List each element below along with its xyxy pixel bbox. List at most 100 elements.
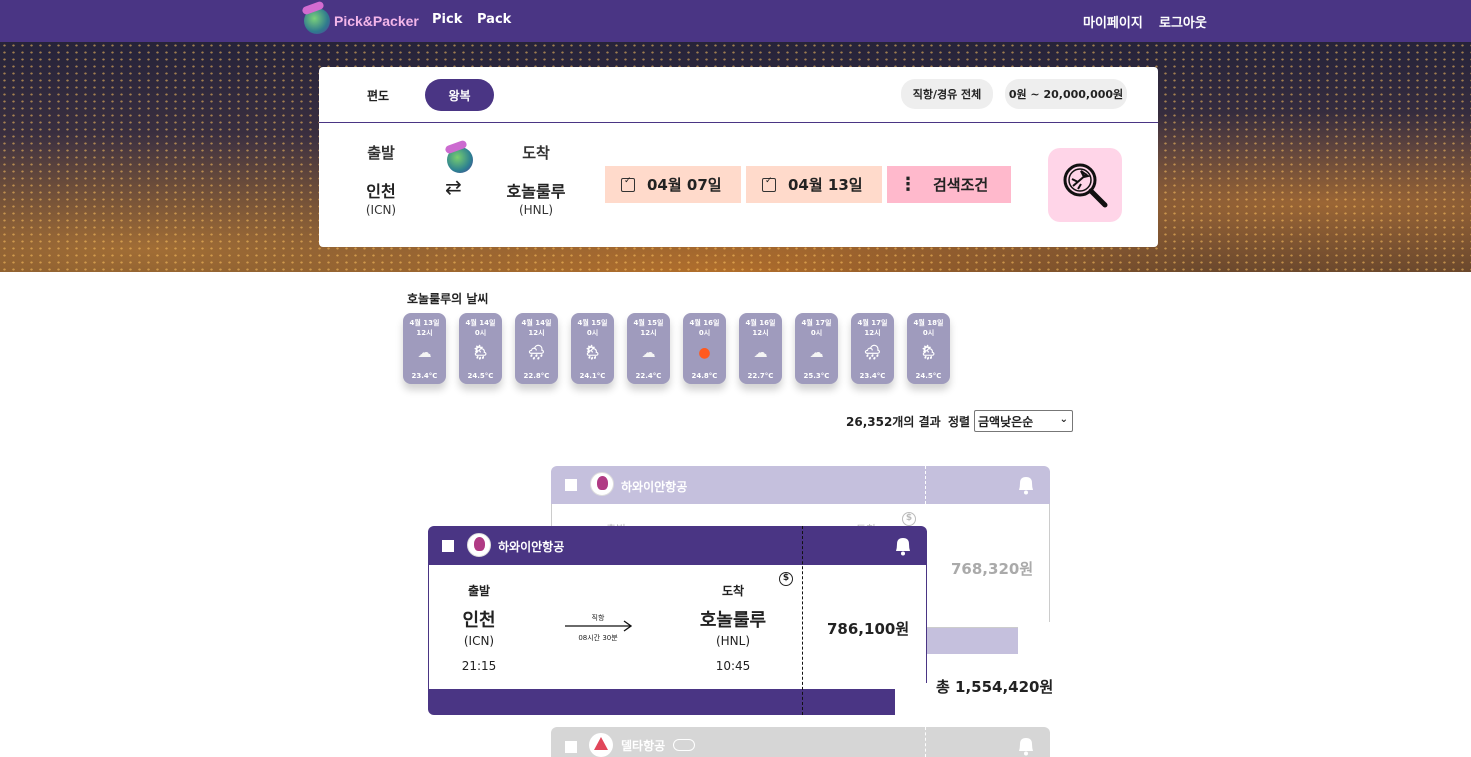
weather-time: 0시 — [922, 329, 935, 337]
hawaiian-airlines-logo-icon — [590, 472, 614, 496]
return-price: 768,320원 — [951, 560, 1034, 578]
flight-duration: 08시간 30분 — [578, 634, 618, 642]
rain-cloud-icon: 🌧 — [863, 345, 882, 361]
hawaiian-airlines-logo-icon — [467, 533, 491, 557]
sort-label: 정렬 — [948, 415, 971, 429]
weather-temp: 22.8°C — [523, 372, 550, 380]
results-count: 26,352개의 결과 — [846, 415, 941, 429]
weather-card: 4월 16일 12시 ☁ 22.7°C — [739, 313, 782, 384]
globe-plane-icon — [447, 147, 473, 173]
swap-arrows-icon[interactable]: ⇄ — [445, 175, 462, 199]
logo[interactable]: Pick&Packer — [304, 6, 419, 36]
next-flight-ticket[interactable]: 델타항공 — [551, 727, 1050, 757]
ticket-checkbox[interactable] — [565, 479, 577, 491]
departure-city: 인천 — [462, 610, 496, 631]
weather-card: 4월 15일 12시 ☁ 22.4°C — [627, 313, 670, 384]
weather-time: 0시 — [698, 329, 711, 337]
weather-temp: 23.4°C — [411, 372, 438, 380]
airline-name: 하와이안항공 — [498, 540, 565, 554]
weather-time: 0시 — [474, 329, 487, 337]
departure-date-button[interactable]: 04월 07일 — [605, 166, 741, 203]
weather-datetime: 4월 17일 12시 — [851, 318, 894, 338]
weather-date: 4월 18일 — [913, 319, 944, 327]
weather-date: 4월 15일 — [633, 319, 664, 327]
weather-temp: 25.3°C — [803, 372, 830, 380]
weather-date: 4월 13일 — [409, 319, 440, 327]
price-coin-icon: $ — [902, 512, 916, 526]
plane-magnifier-icon — [1063, 163, 1108, 208]
arrival-label: 도착 — [522, 144, 550, 162]
chevron-down-icon: ⌄ — [1059, 414, 1068, 425]
price-filter-chip[interactable]: 0원 ~ 20,000,000원 — [1005, 79, 1127, 109]
rain-sun-icon: 🌦 — [471, 345, 490, 361]
weather-datetime: 4월 18일 0시 — [907, 318, 950, 338]
delta-airlines-logo-icon — [589, 733, 613, 757]
bell-icon[interactable] — [1016, 735, 1036, 757]
panel-divider — [319, 122, 1158, 123]
departure-label: 출발 — [367, 144, 395, 162]
arrival-city[interactable]: 호놀룰루 — [499, 178, 573, 202]
weather-card: 4월 13일 12시 ☁ 23.4°C — [403, 313, 446, 384]
departure-city[interactable]: 인천 — [351, 178, 411, 202]
ticket-checkbox[interactable] — [565, 741, 577, 753]
weather-time: 0시 — [586, 329, 599, 337]
logo-text: Pick&Packer — [334, 13, 419, 29]
cloud-icon: ☁ — [641, 345, 656, 361]
price-coin-icon: $ — [779, 572, 793, 586]
departure-time: 21:15 — [461, 659, 497, 673]
outbound-flight-ticket[interactable]: 하와이안항공 출발 인천 (ICN) 21:15 직항 08시간 30분 도착 … — [428, 526, 927, 715]
weather-time: 12시 — [864, 329, 881, 337]
weather-time: 12시 — [752, 329, 769, 337]
weather-card: 4월 15일 0시 🌦 24.1°C — [571, 313, 614, 384]
weather-datetime: 4월 14일 0시 — [459, 318, 502, 338]
ticket-checkbox[interactable] — [442, 540, 454, 552]
weather-date: 4월 17일 — [801, 319, 832, 327]
bell-icon[interactable] — [893, 535, 913, 557]
trip-type-roundtrip[interactable]: 왕복 — [425, 79, 494, 111]
arrival-code: (HNL) — [715, 634, 751, 648]
search-conditions-button[interactable]: ⋮ 검색조건 — [887, 166, 1011, 203]
arrival-code: (HNL) — [518, 203, 554, 217]
nav-link-logout[interactable]: 로그아웃 — [1159, 12, 1207, 31]
ticket-footer — [428, 689, 895, 715]
rain-cloud-icon: 🌧 — [527, 345, 546, 361]
weather-date: 4월 16일 — [745, 319, 776, 327]
rain-sun-icon: 🌦 — [919, 345, 938, 361]
weather-datetime: 4월 15일 0시 — [571, 318, 614, 338]
calendar-icon — [762, 176, 776, 192]
search-panel: 편도 왕복 직항/경유 전체 0원 ~ 20,000,000원 출발 인천 (I… — [319, 67, 1158, 247]
weather-date: 4월 16일 — [689, 319, 720, 327]
search-conditions-label: 검색조건 — [933, 176, 989, 194]
weather-date: 4월 15일 — [577, 319, 608, 327]
sun-icon: ● — [698, 345, 711, 361]
total-price: 총 1,554,420원 — [936, 678, 1054, 696]
weather-card: 4월 16일 0시 ● 24.8°C — [683, 313, 726, 384]
search-button[interactable] — [1048, 148, 1122, 222]
route-arrow-icon — [565, 620, 632, 632]
cloud-icon: ☁ — [753, 345, 768, 361]
stops-filter-chip[interactable]: 직항/경유 전체 — [901, 79, 993, 109]
airline-name: 델타항공 — [621, 739, 666, 753]
nav-link-mypage[interactable]: 마이페이지 — [1083, 12, 1143, 31]
weather-temp: 23.4°C — [859, 372, 886, 380]
weather-temp: 24.1°C — [579, 372, 606, 380]
kebab-menu-icon: ⋮ — [899, 174, 917, 195]
weather-title: 호놀룰루의 날씨 — [407, 292, 489, 306]
trip-type-oneway[interactable]: 편도 — [349, 79, 407, 111]
weather-temp: 22.7°C — [747, 372, 774, 380]
departure-code: (ICN) — [463, 634, 495, 648]
top-nav: Pick&Packer Pick Pack 마이페이지 로그아웃 — [0, 0, 1471, 42]
return-date-text: 04월 13일 — [788, 176, 863, 194]
return-date-button[interactable]: 04월 13일 — [746, 166, 882, 203]
bell-icon[interactable] — [1016, 474, 1036, 496]
nav-link-pack[interactable]: Pack — [477, 12, 511, 27]
weather-date: 4월 17일 — [857, 319, 888, 327]
arrival-time: 10:45 — [715, 659, 751, 673]
codeshare-badge — [673, 739, 695, 751]
nav-link-pick[interactable]: Pick — [432, 12, 462, 27]
weather-temp: 24.8°C — [691, 372, 718, 380]
arrival-city: 호놀룰루 — [699, 610, 767, 631]
weather-datetime: 4월 14일 12시 — [515, 318, 558, 338]
sort-select[interactable]: 금액낮은순 ⌄ — [974, 410, 1073, 432]
weather-temp: 22.4°C — [635, 372, 662, 380]
